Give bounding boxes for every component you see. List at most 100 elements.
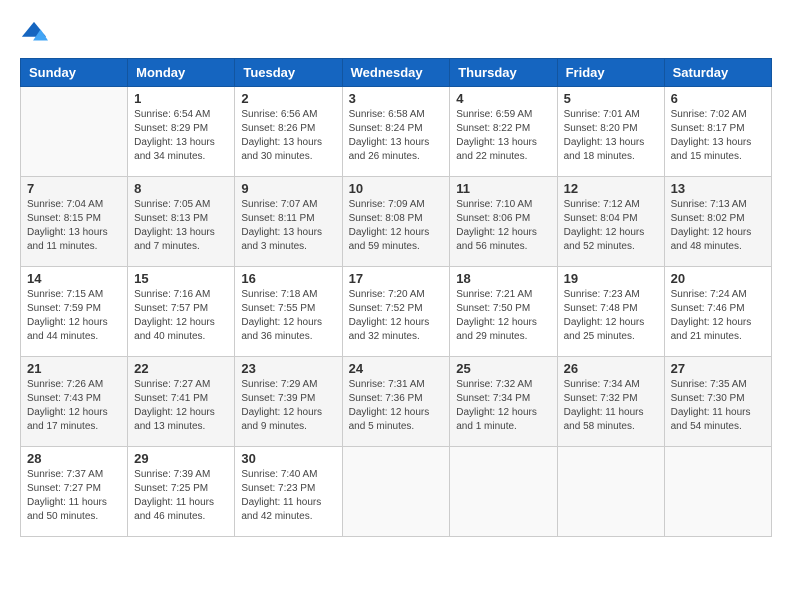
day-info: Sunrise: 7:24 AMSunset: 7:46 PMDaylight:…: [671, 288, 765, 344]
day-number: 24: [349, 361, 444, 376]
weekday-header-sunday: Sunday: [21, 59, 128, 87]
day-info: Sunrise: 7:18 AMSunset: 7:55 PMDaylight:…: [241, 288, 335, 344]
calendar-cell: 23 Sunrise: 7:29 AMSunset: 7:39 PMDaylig…: [235, 357, 342, 447]
day-number: 29: [134, 451, 228, 466]
day-number: 15: [134, 271, 228, 286]
day-number: 1: [134, 91, 228, 106]
calendar-cell: 6 Sunrise: 7:02 AMSunset: 8:17 PMDayligh…: [664, 87, 771, 177]
day-info: Sunrise: 7:39 AMSunset: 7:25 PMDaylight:…: [134, 468, 228, 524]
day-number: 5: [564, 91, 658, 106]
calendar-cell: 25 Sunrise: 7:32 AMSunset: 7:34 PMDaylig…: [450, 357, 557, 447]
day-info: Sunrise: 7:34 AMSunset: 7:32 PMDaylight:…: [564, 378, 658, 434]
logo-icon: [20, 20, 48, 48]
day-number: 3: [349, 91, 444, 106]
calendar-cell: 8 Sunrise: 7:05 AMSunset: 8:13 PMDayligh…: [128, 177, 235, 267]
day-info: Sunrise: 7:01 AMSunset: 8:20 PMDaylight:…: [564, 108, 658, 164]
calendar-cell: 3 Sunrise: 6:58 AMSunset: 8:24 PMDayligh…: [342, 87, 450, 177]
day-number: 2: [241, 91, 335, 106]
calendar-cell: 5 Sunrise: 7:01 AMSunset: 8:20 PMDayligh…: [557, 87, 664, 177]
day-number: 6: [671, 91, 765, 106]
calendar-cell: 14 Sunrise: 7:15 AMSunset: 7:59 PMDaylig…: [21, 267, 128, 357]
page-header: [20, 20, 772, 48]
calendar-cell: 24 Sunrise: 7:31 AMSunset: 7:36 PMDaylig…: [342, 357, 450, 447]
day-info: Sunrise: 7:16 AMSunset: 7:57 PMDaylight:…: [134, 288, 228, 344]
calendar-cell: 9 Sunrise: 7:07 AMSunset: 8:11 PMDayligh…: [235, 177, 342, 267]
calendar-cell: 15 Sunrise: 7:16 AMSunset: 7:57 PMDaylig…: [128, 267, 235, 357]
day-info: Sunrise: 7:05 AMSunset: 8:13 PMDaylight:…: [134, 198, 228, 254]
day-number: 27: [671, 361, 765, 376]
day-info: Sunrise: 7:37 AMSunset: 7:27 PMDaylight:…: [27, 468, 121, 524]
weekday-header-friday: Friday: [557, 59, 664, 87]
day-number: 28: [27, 451, 121, 466]
day-info: Sunrise: 6:56 AMSunset: 8:26 PMDaylight:…: [241, 108, 335, 164]
calendar-cell: 1 Sunrise: 6:54 AMSunset: 8:29 PMDayligh…: [128, 87, 235, 177]
calendar-cell: [664, 447, 771, 537]
calendar-cell: 2 Sunrise: 6:56 AMSunset: 8:26 PMDayligh…: [235, 87, 342, 177]
day-info: Sunrise: 7:02 AMSunset: 8:17 PMDaylight:…: [671, 108, 765, 164]
calendar-cell: [21, 87, 128, 177]
day-number: 8: [134, 181, 228, 196]
calendar-cell: 21 Sunrise: 7:26 AMSunset: 7:43 PMDaylig…: [21, 357, 128, 447]
day-info: Sunrise: 7:35 AMSunset: 7:30 PMDaylight:…: [671, 378, 765, 434]
day-info: Sunrise: 7:20 AMSunset: 7:52 PMDaylight:…: [349, 288, 444, 344]
calendar-cell: 7 Sunrise: 7:04 AMSunset: 8:15 PMDayligh…: [21, 177, 128, 267]
day-number: 12: [564, 181, 658, 196]
day-number: 13: [671, 181, 765, 196]
weekday-header-saturday: Saturday: [664, 59, 771, 87]
day-info: Sunrise: 7:10 AMSunset: 8:06 PMDaylight:…: [456, 198, 550, 254]
day-number: 26: [564, 361, 658, 376]
week-row-0: 1 Sunrise: 6:54 AMSunset: 8:29 PMDayligh…: [21, 87, 772, 177]
calendar-cell: 11 Sunrise: 7:10 AMSunset: 8:06 PMDaylig…: [450, 177, 557, 267]
weekday-header-wednesday: Wednesday: [342, 59, 450, 87]
day-info: Sunrise: 7:13 AMSunset: 8:02 PMDaylight:…: [671, 198, 765, 254]
calendar-cell: 13 Sunrise: 7:13 AMSunset: 8:02 PMDaylig…: [664, 177, 771, 267]
day-info: Sunrise: 7:15 AMSunset: 7:59 PMDaylight:…: [27, 288, 121, 344]
calendar-cell: 30 Sunrise: 7:40 AMSunset: 7:23 PMDaylig…: [235, 447, 342, 537]
day-number: 22: [134, 361, 228, 376]
day-number: 21: [27, 361, 121, 376]
day-info: Sunrise: 6:54 AMSunset: 8:29 PMDaylight:…: [134, 108, 228, 164]
day-info: Sunrise: 7:04 AMSunset: 8:15 PMDaylight:…: [27, 198, 121, 254]
day-number: 11: [456, 181, 550, 196]
day-info: Sunrise: 7:09 AMSunset: 8:08 PMDaylight:…: [349, 198, 444, 254]
calendar-cell: [342, 447, 450, 537]
calendar-cell: 20 Sunrise: 7:24 AMSunset: 7:46 PMDaylig…: [664, 267, 771, 357]
weekday-header-thursday: Thursday: [450, 59, 557, 87]
calendar-cell: 22 Sunrise: 7:27 AMSunset: 7:41 PMDaylig…: [128, 357, 235, 447]
calendar-cell: 16 Sunrise: 7:18 AMSunset: 7:55 PMDaylig…: [235, 267, 342, 357]
day-number: 9: [241, 181, 335, 196]
weekday-header-monday: Monday: [128, 59, 235, 87]
day-number: 23: [241, 361, 335, 376]
day-info: Sunrise: 7:29 AMSunset: 7:39 PMDaylight:…: [241, 378, 335, 434]
day-info: Sunrise: 7:31 AMSunset: 7:36 PMDaylight:…: [349, 378, 444, 434]
day-number: 4: [456, 91, 550, 106]
week-row-4: 28 Sunrise: 7:37 AMSunset: 7:27 PMDaylig…: [21, 447, 772, 537]
calendar-cell: 26 Sunrise: 7:34 AMSunset: 7:32 PMDaylig…: [557, 357, 664, 447]
day-number: 20: [671, 271, 765, 286]
calendar-cell: 4 Sunrise: 6:59 AMSunset: 8:22 PMDayligh…: [450, 87, 557, 177]
logo: [20, 20, 52, 48]
day-number: 30: [241, 451, 335, 466]
day-info: Sunrise: 7:07 AMSunset: 8:11 PMDaylight:…: [241, 198, 335, 254]
week-row-1: 7 Sunrise: 7:04 AMSunset: 8:15 PMDayligh…: [21, 177, 772, 267]
day-info: Sunrise: 7:23 AMSunset: 7:48 PMDaylight:…: [564, 288, 658, 344]
day-info: Sunrise: 7:26 AMSunset: 7:43 PMDaylight:…: [27, 378, 121, 434]
day-number: 16: [241, 271, 335, 286]
day-info: Sunrise: 7:12 AMSunset: 8:04 PMDaylight:…: [564, 198, 658, 254]
day-info: Sunrise: 7:27 AMSunset: 7:41 PMDaylight:…: [134, 378, 228, 434]
calendar-cell: 19 Sunrise: 7:23 AMSunset: 7:48 PMDaylig…: [557, 267, 664, 357]
day-number: 25: [456, 361, 550, 376]
week-row-2: 14 Sunrise: 7:15 AMSunset: 7:59 PMDaylig…: [21, 267, 772, 357]
calendar-cell: 18 Sunrise: 7:21 AMSunset: 7:50 PMDaylig…: [450, 267, 557, 357]
day-number: 7: [27, 181, 121, 196]
calendar-table: SundayMondayTuesdayWednesdayThursdayFrid…: [20, 58, 772, 537]
day-info: Sunrise: 7:40 AMSunset: 7:23 PMDaylight:…: [241, 468, 335, 524]
day-number: 17: [349, 271, 444, 286]
calendar-cell: 17 Sunrise: 7:20 AMSunset: 7:52 PMDaylig…: [342, 267, 450, 357]
day-info: Sunrise: 6:58 AMSunset: 8:24 PMDaylight:…: [349, 108, 444, 164]
day-number: 18: [456, 271, 550, 286]
calendar-cell: 12 Sunrise: 7:12 AMSunset: 8:04 PMDaylig…: [557, 177, 664, 267]
weekday-header-row: SundayMondayTuesdayWednesdayThursdayFrid…: [21, 59, 772, 87]
day-number: 14: [27, 271, 121, 286]
weekday-header-tuesday: Tuesday: [235, 59, 342, 87]
